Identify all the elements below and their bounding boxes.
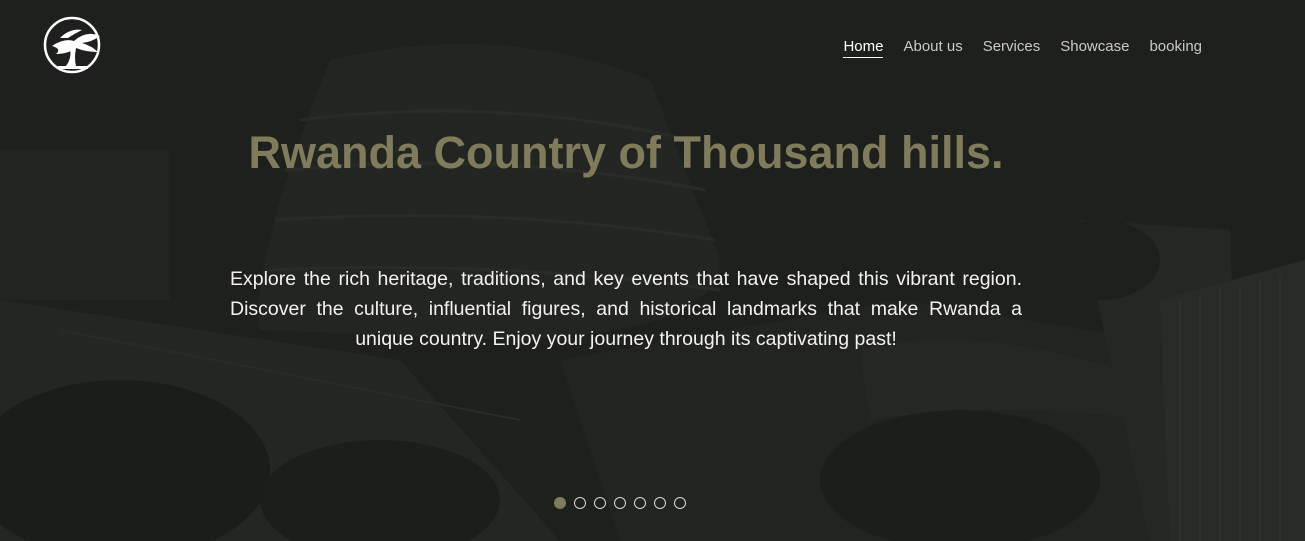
hero-description: Explore the rich heritage, traditions, a… bbox=[230, 268, 1022, 350]
main-nav: Home About us Services Showcase booking bbox=[843, 38, 1202, 58]
carousel-dot-3[interactable] bbox=[594, 497, 606, 509]
hero-section: Home About us Services Showcase booking … bbox=[0, 0, 1305, 541]
carousel-dot-7[interactable] bbox=[674, 497, 686, 509]
carousel-dot-2[interactable] bbox=[574, 497, 586, 509]
nav-item-home[interactable]: Home bbox=[843, 38, 884, 58]
nav-item-services[interactable]: Services bbox=[983, 38, 1041, 58]
carousel-dot-5[interactable] bbox=[634, 497, 646, 509]
nav-item-booking[interactable]: booking bbox=[1149, 38, 1202, 58]
hero-title: Rwanda Country of Thousand hills. bbox=[248, 127, 1004, 178]
bonsai-tree-logo-icon[interactable] bbox=[42, 16, 104, 74]
nav-item-about-us[interactable]: About us bbox=[903, 38, 962, 58]
nav-item-showcase[interactable]: Showcase bbox=[1060, 38, 1129, 58]
carousel-dot-4[interactable] bbox=[614, 497, 626, 509]
carousel-dot-1[interactable] bbox=[554, 497, 566, 509]
carousel-dot-6[interactable] bbox=[654, 497, 666, 509]
carousel-indicators bbox=[554, 497, 686, 509]
